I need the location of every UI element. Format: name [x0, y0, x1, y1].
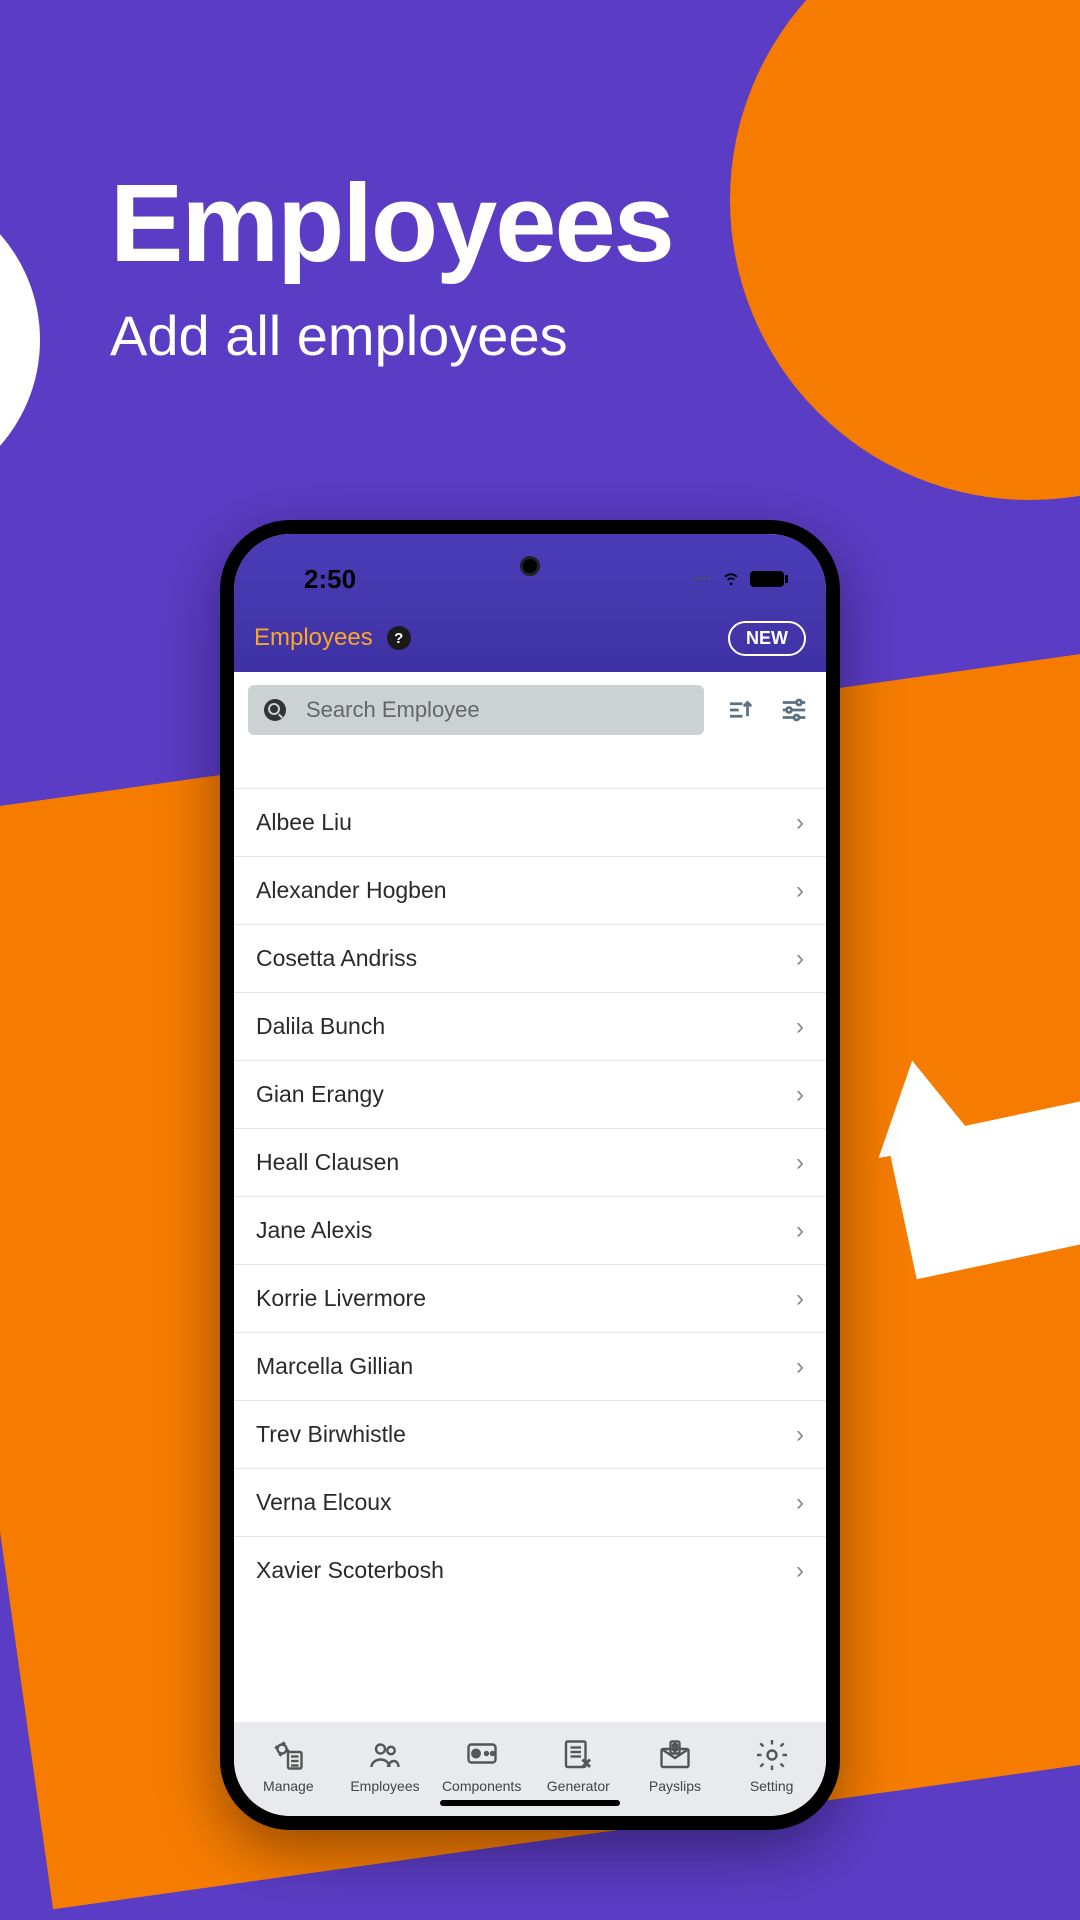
- search-input[interactable]: [306, 697, 688, 723]
- employee-row[interactable]: Cosetta Andriss ›: [234, 924, 826, 992]
- employee-row[interactable]: Dalila Bunch ›: [234, 992, 826, 1060]
- employee-name: Cosetta Andriss: [256, 945, 417, 972]
- employee-row[interactable]: Xavier Scoterbosh ›: [234, 1536, 826, 1604]
- marketing-subtitle: Add all employees: [110, 303, 673, 368]
- status-time: 2:50: [304, 564, 356, 595]
- employee-row[interactable]: Jane Alexis ›: [234, 1196, 826, 1264]
- employee-row[interactable]: Alexander Hogben ›: [234, 856, 826, 924]
- employee-row[interactable]: Korrie Livermore ›: [234, 1264, 826, 1332]
- chevron-right-icon: ›: [796, 1013, 804, 1041]
- generator-icon: [559, 1736, 597, 1774]
- chevron-right-icon: ›: [796, 1081, 804, 1109]
- nav-label: Employees: [350, 1778, 419, 1794]
- search-icon: [264, 699, 286, 721]
- camera-notch: [520, 556, 540, 576]
- help-icon[interactable]: ?: [387, 626, 411, 650]
- nav-employees[interactable]: Employees: [340, 1736, 430, 1794]
- employee-row[interactable]: Marcella Gillian ›: [234, 1332, 826, 1400]
- wifi-icon: [720, 566, 742, 593]
- marketing-header: Employees Add all employees: [110, 160, 673, 368]
- marketing-title: Employees: [110, 160, 673, 287]
- components-icon: $: [463, 1736, 501, 1774]
- nav-label: Components: [442, 1778, 521, 1794]
- search-toolbar: [234, 672, 826, 748]
- employee-name: Heall Clausen: [256, 1149, 399, 1176]
- employee-name: Marcella Gillian: [256, 1353, 413, 1380]
- search-box[interactable]: [248, 685, 704, 735]
- chevron-right-icon: ›: [796, 1353, 804, 1381]
- nav-label: Setting: [750, 1778, 794, 1794]
- nav-payslips[interactable]: $ Payslips: [630, 1736, 720, 1794]
- nav-generator[interactable]: Generator: [533, 1736, 623, 1794]
- app-header: Employees ? NEW: [234, 604, 826, 672]
- sort-button[interactable]: [722, 692, 758, 728]
- employee-list: Albee Liu › Alexander Hogben › Cosetta A…: [234, 748, 826, 1722]
- employee-name: Verna Elcoux: [256, 1489, 392, 1516]
- employee-name: Albee Liu: [256, 809, 352, 836]
- nav-label: Payslips: [649, 1778, 701, 1794]
- employee-name: Gian Erangy: [256, 1081, 384, 1108]
- employee-row[interactable]: Verna Elcoux ›: [234, 1468, 826, 1536]
- manage-icon: [269, 1736, 307, 1774]
- employee-name: Alexander Hogben: [256, 877, 447, 904]
- page-title: Employees: [254, 624, 373, 652]
- employee-name: Jane Alexis: [256, 1217, 372, 1244]
- bg-decoration: [730, 0, 1080, 500]
- chevron-right-icon: ›: [796, 1557, 804, 1585]
- phone-frame: 2:50 •••• Employees ? NEW: [220, 520, 840, 1830]
- employee-name: Dalila Bunch: [256, 1013, 385, 1040]
- new-button[interactable]: NEW: [728, 621, 806, 656]
- bg-decoration: [840, 1020, 1080, 1320]
- chevron-right-icon: ›: [796, 1285, 804, 1313]
- chevron-right-icon: ›: [796, 877, 804, 905]
- employee-name: Korrie Livermore: [256, 1285, 426, 1312]
- chevron-right-icon: ›: [796, 1489, 804, 1517]
- status-bar: 2:50 ••••: [234, 534, 826, 604]
- chevron-right-icon: ›: [796, 945, 804, 973]
- svg-text:$: $: [672, 1743, 677, 1753]
- nav-components[interactable]: $ Components: [437, 1736, 527, 1794]
- chevron-right-icon: ›: [796, 1149, 804, 1177]
- signal-icon: ••••: [694, 574, 712, 585]
- battery-icon: [750, 571, 784, 587]
- employee-row[interactable]: Gian Erangy ›: [234, 1060, 826, 1128]
- employee-row[interactable]: Albee Liu ›: [234, 788, 826, 856]
- chevron-right-icon: ›: [796, 809, 804, 837]
- nav-manage[interactable]: Manage: [243, 1736, 333, 1794]
- filter-button[interactable]: [776, 692, 812, 728]
- setting-icon: [753, 1736, 791, 1774]
- home-indicator: [440, 1800, 620, 1806]
- employee-row[interactable]: Heall Clausen ›: [234, 1128, 826, 1196]
- nav-label: Generator: [547, 1778, 610, 1794]
- bg-decoration: [0, 180, 40, 500]
- employees-icon: [366, 1736, 404, 1774]
- chevron-right-icon: ›: [796, 1421, 804, 1449]
- nav-setting[interactable]: Setting: [727, 1736, 817, 1794]
- employee-name: Trev Birwhistle: [256, 1421, 406, 1448]
- employee-name: Xavier Scoterbosh: [256, 1557, 444, 1584]
- chevron-right-icon: ›: [796, 1217, 804, 1245]
- employee-row[interactable]: Trev Birwhistle ›: [234, 1400, 826, 1468]
- nav-label: Manage: [263, 1778, 314, 1794]
- payslips-icon: $: [656, 1736, 694, 1774]
